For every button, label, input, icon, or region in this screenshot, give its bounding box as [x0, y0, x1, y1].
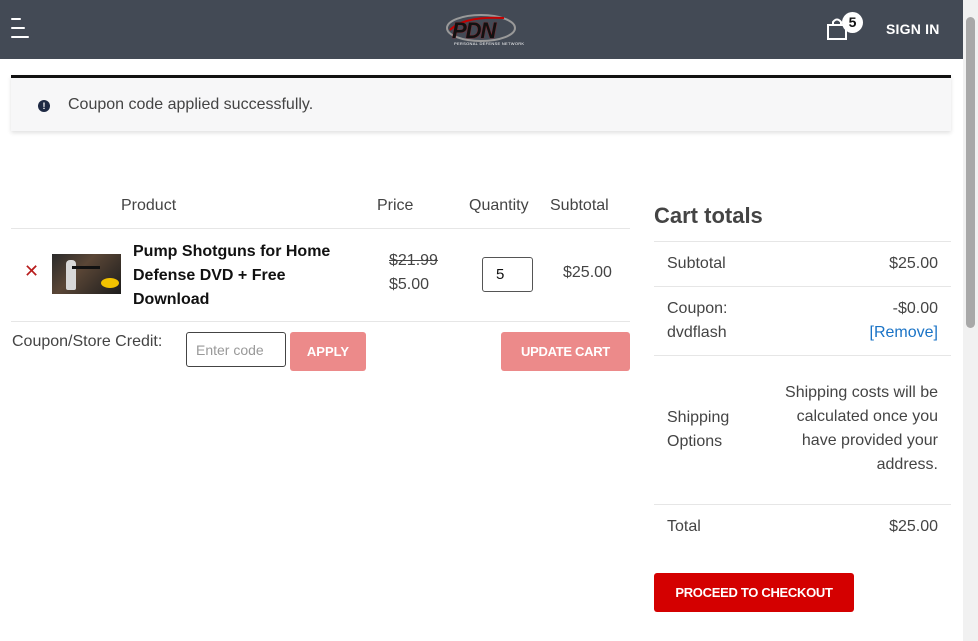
- subtotal-label: Subtotal: [667, 255, 726, 272]
- divider: [654, 286, 951, 287]
- apply-coupon-button[interactable]: APPLY: [290, 332, 366, 371]
- total-value: $25.00: [889, 518, 938, 535]
- subtotal-value: $25.00: [889, 255, 938, 272]
- divider: [11, 228, 630, 229]
- coupon-code-input[interactable]: [186, 332, 286, 367]
- page-scrollbar[interactable]: [963, 0, 978, 641]
- price-original: $21.99: [389, 252, 438, 269]
- cart-count-badge: 5: [842, 12, 863, 33]
- proceed-to-checkout-button[interactable]: PROCEED TO CHECKOUT: [654, 573, 854, 612]
- product-name-link[interactable]: Pump Shotguns for Home Defense DVD + Fre…: [133, 240, 363, 312]
- quantity-input[interactable]: [482, 257, 533, 292]
- remove-coupon-link[interactable]: [Remove]: [870, 324, 938, 341]
- info-circle-icon: !: [38, 100, 50, 112]
- product-thumbnail[interactable]: [52, 254, 121, 294]
- header-subtotal: Subtotal: [550, 197, 609, 214]
- shipping-info-text: Shipping costs will be calculated once y…: [785, 384, 938, 473]
- divider: [11, 321, 630, 322]
- remove-x-icon[interactable]: ✕: [24, 262, 40, 280]
- divider: [654, 504, 951, 505]
- coupon-notice: ! Coupon code applied successfully.: [11, 75, 951, 131]
- divider: [654, 355, 951, 356]
- row-subtotal: $25.00: [563, 264, 612, 281]
- coupon-discount-value: -$0.00: [892, 300, 938, 317]
- total-label: Total: [667, 518, 701, 535]
- notice-message: Coupon code applied successfully.: [68, 96, 314, 113]
- shipping-label-2: Options: [667, 433, 723, 450]
- sign-in-link[interactable]: SIGN IN: [886, 21, 940, 37]
- site-logo[interactable]: PDN PERSONAL DEFENSE NETWORK: [444, 10, 524, 50]
- divider: [654, 241, 951, 242]
- header-quantity: Quantity: [469, 197, 529, 214]
- update-cart-button[interactable]: UPDATE CART: [501, 332, 630, 371]
- header-product: Product: [121, 197, 177, 214]
- coupon-code-name: dvdflash: [667, 324, 727, 341]
- shipping-label-1: Shipping: [667, 409, 730, 426]
- cart-totals-title: Cart totals: [654, 203, 763, 228]
- menu-icon[interactable]: [11, 17, 29, 39]
- coupon-label-title: Coupon:: [667, 300, 728, 317]
- price-sale: $5.00: [389, 276, 430, 293]
- coupon-label: Coupon/Store Credit:: [12, 333, 163, 350]
- site-header: PDN PERSONAL DEFENSE NETWORK 5 SIGN IN: [0, 0, 963, 59]
- logo-subtitle: PERSONAL DEFENSE NETWORK: [454, 41, 525, 46]
- scrollbar-thumb[interactable]: [966, 17, 975, 328]
- header-price: Price: [377, 197, 414, 214]
